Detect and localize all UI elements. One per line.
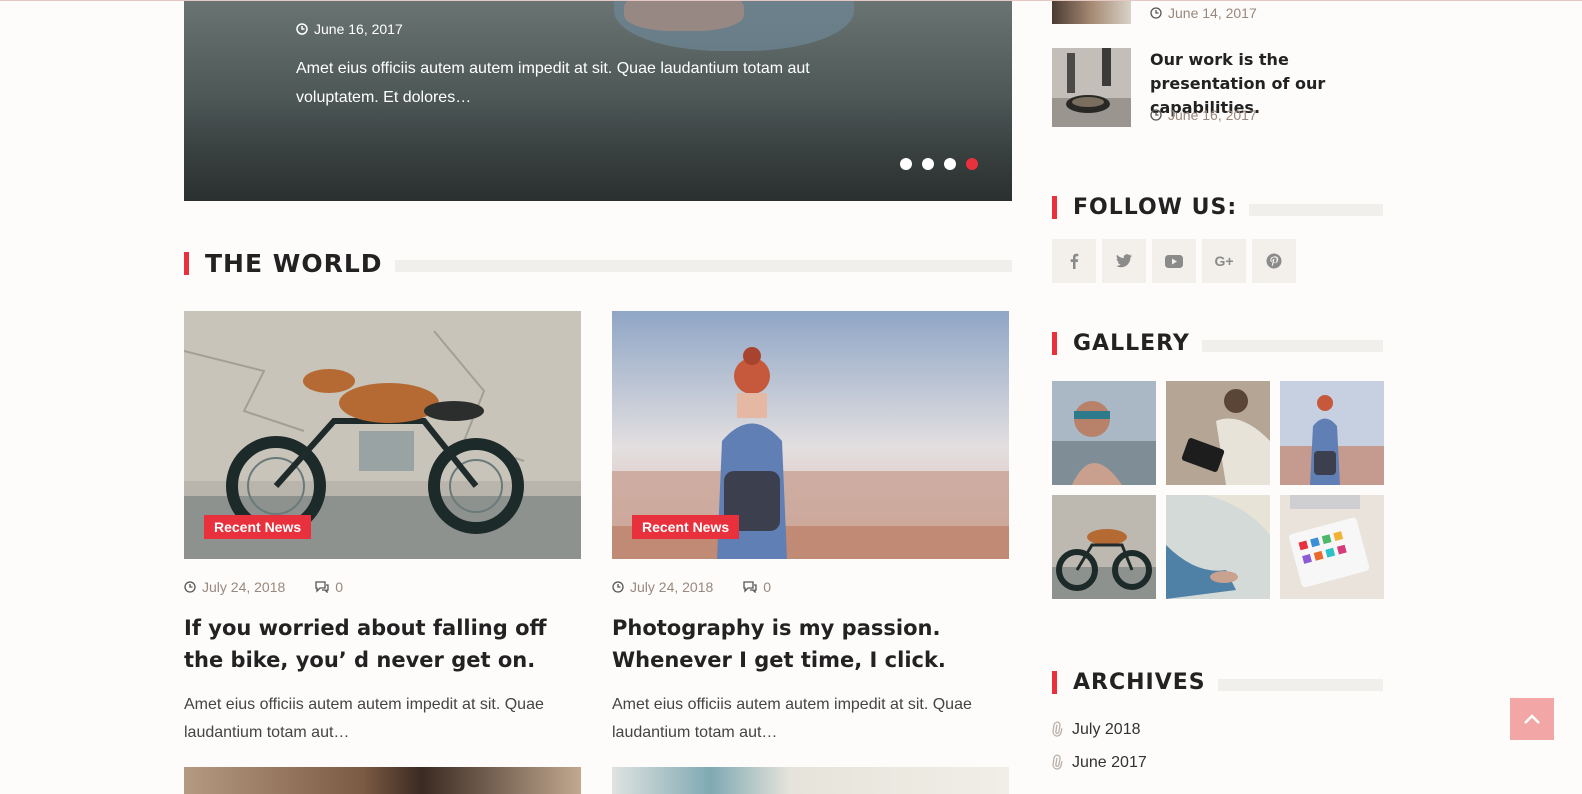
heading-accent-bar (1052, 196, 1057, 219)
comment-icon (743, 581, 757, 593)
card-date: July 24, 2018 (630, 579, 714, 595)
follow-title: FOLLOW US: (1073, 195, 1238, 220)
category-badge[interactable]: Recent News (632, 515, 740, 539)
archive-label: July 2018 (1072, 721, 1141, 738)
category-badge[interactable]: Recent News (204, 515, 312, 539)
slider-dot-1[interactable] (900, 158, 912, 170)
post-thumbnail[interactable] (1052, 48, 1131, 127)
scroll-to-top-button[interactable] (1510, 698, 1554, 740)
gallery-title: GALLERY (1073, 331, 1190, 356)
clock-icon (1150, 109, 1162, 121)
archives-title: ARCHIVES (1073, 670, 1206, 695)
card-excerpt: Amet eius officiis autem autem impedit a… (184, 696, 544, 741)
facebook-icon[interactable] (1052, 239, 1096, 283)
chevron-up-icon (1524, 714, 1540, 724)
google-plus-icon[interactable]: G+ (1202, 239, 1246, 283)
clock-icon (612, 581, 624, 593)
gallery-item[interactable] (1280, 495, 1384, 599)
heading-divider (1249, 203, 1383, 216)
gallery-item[interactable] (1052, 495, 1156, 599)
heading-divider (1201, 339, 1383, 352)
card-image-motorcycle[interactable]: Recent News (184, 311, 581, 559)
pinterest-icon[interactable] (1252, 239, 1296, 283)
gallery-item[interactable] (1166, 381, 1270, 485)
clock-icon (1150, 7, 1162, 19)
twitter-icon[interactable] (1102, 239, 1146, 283)
archives-heading: ARCHIVES (1052, 670, 1383, 695)
slider-dots (900, 158, 978, 170)
gallery-heading: GALLERY (1052, 331, 1383, 356)
card-image-photography[interactable]: Recent News (612, 311, 1009, 559)
next-card-image[interactable] (612, 767, 1009, 794)
archive-label: June 2017 (1072, 754, 1147, 771)
card-comment-count[interactable]: 0 (335, 579, 343, 595)
featured-slider[interactable]: June 16, 2017 Amet eius officiis autem a… (184, 1, 1012, 201)
card-title[interactable]: If you worried about falling off the bik… (184, 612, 584, 676)
card-date: July 24, 2018 (202, 579, 286, 595)
paperclip-icon (1049, 720, 1068, 741)
comment-icon (315, 581, 329, 593)
heading-accent-bar (1052, 671, 1057, 694)
card-meta: July 24, 2018 0 (612, 579, 771, 595)
post-meta: June 16, 2017 (1150, 107, 1257, 123)
post-date: June 14, 2017 (1168, 5, 1257, 21)
youtube-icon[interactable] (1152, 239, 1196, 283)
clock-icon (296, 23, 308, 35)
heading-divider (394, 259, 1012, 272)
heading-accent-bar (184, 252, 189, 275)
card-excerpt: Amet eius officiis autem autem impedit a… (612, 696, 972, 741)
card-comment-count[interactable]: 0 (763, 579, 771, 595)
follow-heading: FOLLOW US: (1052, 195, 1383, 220)
slider-dot-3[interactable] (944, 158, 956, 170)
slide-excerpt: Amet eius officiis autem autem impedit a… (296, 60, 810, 106)
social-links: G+ (1052, 239, 1296, 283)
gallery-item[interactable] (1280, 381, 1384, 485)
guitar-case-image (1052, 48, 1131, 127)
post-meta: June 14, 2017 (1150, 5, 1257, 21)
slide-date-text: June 16, 2017 (314, 21, 403, 37)
slide-date: June 16, 2017 (296, 21, 403, 37)
clock-icon (184, 581, 196, 593)
card-title[interactable]: Photography is my passion. Whenever I ge… (612, 612, 1012, 676)
archive-item[interactable]: July 2018 (1052, 721, 1141, 739)
post-thumbnail[interactable] (1052, 1, 1131, 24)
slider-dot-4[interactable] (966, 158, 978, 170)
next-card-image[interactable] (184, 767, 581, 794)
heading-accent-bar (1052, 332, 1057, 355)
slider-dot-2[interactable] (922, 158, 934, 170)
archive-item[interactable]: June 2017 (1052, 754, 1147, 772)
card-meta: July 24, 2018 0 (184, 579, 343, 595)
paperclip-icon (1049, 753, 1068, 774)
gallery-item[interactable] (1166, 495, 1270, 599)
section-title: THE WORLD (205, 249, 383, 278)
gallery-grid (1052, 381, 1384, 599)
post-date: June 16, 2017 (1168, 107, 1257, 123)
heading-divider (1217, 678, 1383, 691)
section-heading: THE WORLD (184, 249, 1012, 278)
slide-image-feet (624, 1, 744, 31)
gallery-item[interactable] (1052, 381, 1156, 485)
